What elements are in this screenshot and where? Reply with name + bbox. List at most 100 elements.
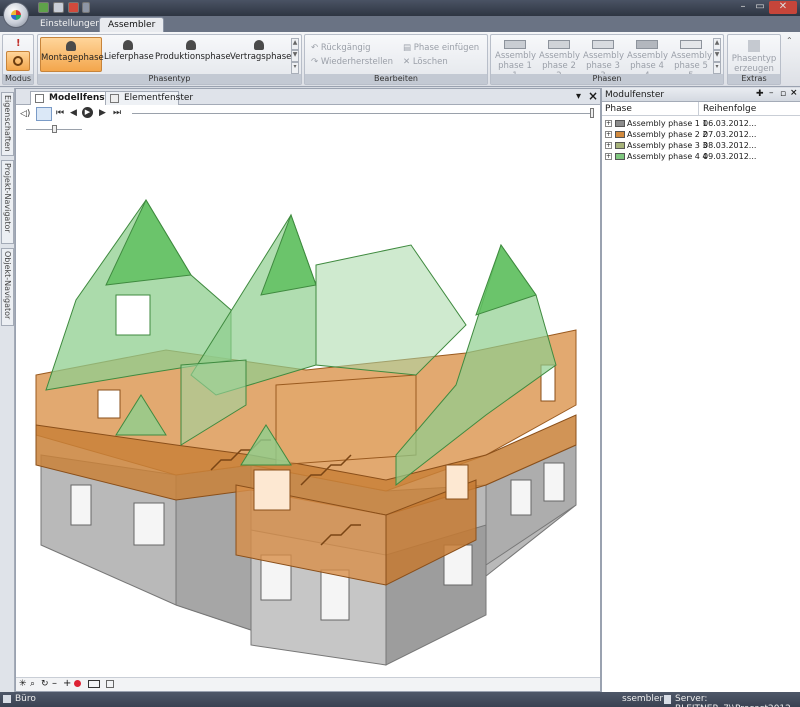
phase-color-swatch <box>615 153 625 160</box>
snap-icon[interactable]: ✳ <box>19 679 27 689</box>
col-phase-header[interactable]: Phase <box>605 104 632 114</box>
tab-menu-button[interactable]: ▾ <box>576 91 581 102</box>
float-panel-icon[interactable]: ▫ <box>780 89 786 99</box>
delete-label: Löschen <box>412 57 448 67</box>
vertragsphase-button[interactable]: Vertragsphase <box>230 37 292 72</box>
color-icon[interactable] <box>74 680 81 687</box>
window <box>70 484 92 526</box>
insert-phase-button[interactable]: ▤ Phase einfügen <box>403 43 479 53</box>
title-bar: – ▭ ✕ <box>0 0 800 28</box>
phase-3-label: Assembly <box>583 51 624 61</box>
zoom-out-icon[interactable]: – <box>52 678 57 689</box>
phase-1-button[interactable]: Assembly phase 1 1 <box>495 37 536 81</box>
phase-4-button[interactable]: Assembly phase 4 4 <box>627 37 668 81</box>
minimize-panel-icon[interactable]: – <box>769 88 774 98</box>
mode-button[interactable] <box>6 51 30 71</box>
view-mode-button[interactable] <box>36 107 52 121</box>
phase-row[interactable]: + Assembly phase 1 1 06.03.2012... <box>602 118 800 129</box>
sound-icon[interactable]: ◁) <box>20 109 30 119</box>
expand-icon[interactable]: + <box>605 142 612 149</box>
tab-close-button[interactable]: × <box>588 89 598 103</box>
col-order-header[interactable]: Reihenfolge <box>703 104 756 114</box>
tab-eigenschaften[interactable]: Eigenschaften <box>1 92 14 156</box>
save-icon[interactable] <box>38 2 49 13</box>
phase-5-button[interactable]: Assembly phase 5 5 <box>671 37 712 81</box>
close-window-button[interactable]: ✕ <box>769 1 797 14</box>
app-menu-button[interactable] <box>3 2 29 28</box>
expand-icon[interactable]: + <box>605 131 612 138</box>
print-icon[interactable] <box>68 2 79 13</box>
step-forward-icon[interactable]: ▶ <box>99 108 106 118</box>
lieferphase-label: Lieferphase <box>104 52 154 62</box>
document-icon <box>110 94 119 103</box>
phase-name: Assembly phase 1 1 <box>627 119 708 128</box>
skip-end-icon[interactable]: ⏭ <box>113 108 121 118</box>
undo-icon[interactable] <box>53 2 64 13</box>
module-window-title: Modulfenster ✚ – ▫ × <box>602 88 800 102</box>
phase-5-label: Assembly <box>671 51 712 61</box>
phasentyp-more[interactable]: ▾ <box>291 62 299 74</box>
phase-row[interactable]: + Assembly phase 4 4 09.03.2012... <box>602 151 800 162</box>
vertragsphase-label: Vertragsphase <box>230 52 292 62</box>
ribbon-collapse-button[interactable]: ⌃ <box>786 36 793 45</box>
phase-name: Assembly phase 2 2 <box>627 130 708 139</box>
model-viewport[interactable] <box>16 125 600 679</box>
phase-swatch-icon <box>548 40 570 49</box>
insert-phase-label: Phase einfügen <box>413 43 480 53</box>
undo-label: Rückgängig <box>320 43 371 53</box>
fit-view-icon[interactable] <box>106 680 114 688</box>
phase-order: 07.03.2012... <box>703 130 757 139</box>
timeline-handle[interactable] <box>590 108 594 118</box>
col-divider[interactable] <box>698 102 699 116</box>
status-module: ssembler <box>622 694 664 704</box>
zoom-in-icon[interactable]: + <box>63 678 71 689</box>
export-icon[interactable] <box>82 2 90 13</box>
phasentyp-scroll-down[interactable]: ▼ <box>291 50 299 62</box>
phasentyp-scroll-up[interactable]: ▲ <box>291 38 299 50</box>
phase-row[interactable]: + Assembly phase 3 3 08.03.2012... <box>602 140 800 151</box>
window <box>445 464 469 500</box>
phase-table-header: Phase Reihenfolge <box>602 102 800 116</box>
status-bar: Büro ssembler Server: BLEITNER_7\\Precas… <box>0 692 800 707</box>
elementfenster-label: Elementfenster <box>124 93 194 103</box>
close-panel-icon[interactable]: × <box>790 88 798 98</box>
zoom-icon[interactable]: ⌕ <box>30 679 35 689</box>
redo-label: Wiederherstellen <box>320 57 394 67</box>
tab-projekt-navigator[interactable]: Projekt-Navigator <box>1 160 14 244</box>
gable-window <box>115 294 151 336</box>
tab-elementfenster[interactable]: Elementfenster <box>105 91 193 105</box>
tab-objekt-navigator[interactable]: Objekt-Navigator <box>1 248 14 326</box>
projekt-navigator-label: Projekt-Navigator <box>3 163 12 233</box>
maximize-button[interactable]: ▭ <box>752 1 768 14</box>
pin-icon[interactable]: ✚ <box>756 89 764 99</box>
montagephase-button[interactable]: Montagephase <box>40 37 104 72</box>
step-back-icon[interactable]: ◀ <box>70 108 77 118</box>
tab-einstellungen[interactable]: Einstellungen <box>32 17 109 32</box>
phasen-scroll-down[interactable]: ▼ <box>713 50 721 62</box>
play-icon[interactable]: ▶ <box>82 107 93 118</box>
expand-icon[interactable]: + <box>605 120 612 127</box>
group-extras: Phasentyp erzeugen Extras <box>727 34 781 85</box>
phase-row[interactable]: + Assembly phase 2 2 07.03.2012... <box>602 129 800 140</box>
rotate-icon[interactable]: ↻ <box>41 679 49 689</box>
generate-icon <box>748 40 760 52</box>
screenshot-icon[interactable] <box>88 680 100 688</box>
generate-phase-type-button[interactable]: Phasentyp erzeugen <box>730 37 778 74</box>
document-tabs: Modellfenster Elementfenster ▾ × <box>16 89 600 105</box>
lieferphase-button[interactable]: Lieferphase <box>104 37 154 72</box>
produktionsphase-button[interactable]: Produktionsphase <box>155 37 231 72</box>
delete-button[interactable]: ✕ Löschen <box>403 57 448 67</box>
phase-2-button[interactable]: Assembly phase 2 2 <box>539 37 580 81</box>
phasen-more[interactable]: ▾ <box>713 62 721 74</box>
timeline-slider[interactable] <box>132 108 594 118</box>
phase-3-button[interactable]: Assembly phase 3 3 <box>583 37 624 81</box>
undo-button[interactable]: ↶ Rückgängig <box>311 43 370 53</box>
minimize-button[interactable]: – <box>735 1 751 14</box>
tab-assembler[interactable]: Assembler <box>99 17 165 32</box>
magnifier-icon <box>13 56 23 66</box>
redo-button[interactable]: ↷ Wiederherstellen <box>311 57 393 67</box>
skip-start-icon[interactable]: ⏮ <box>56 108 64 118</box>
document-icon <box>35 94 44 103</box>
phasen-scroll-up[interactable]: ▲ <box>713 38 721 50</box>
expand-icon[interactable]: + <box>605 153 612 160</box>
